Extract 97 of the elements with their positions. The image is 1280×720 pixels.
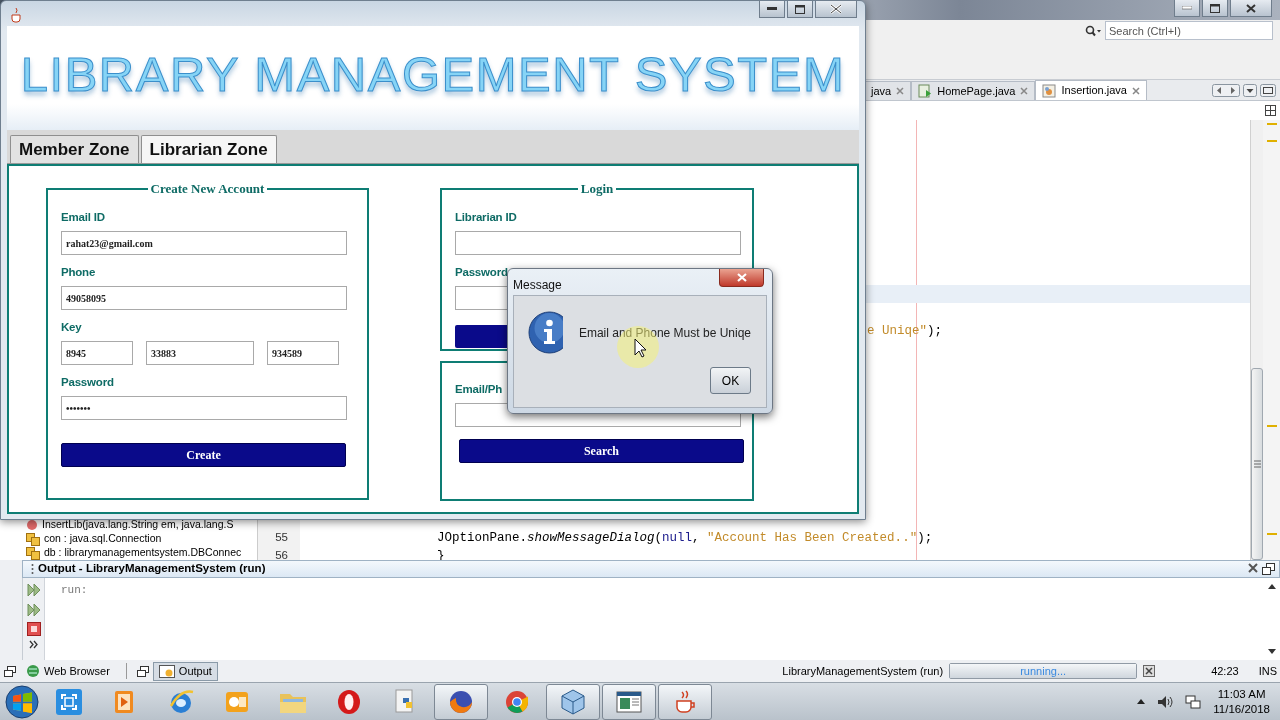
line-number: 55 [274,530,289,546]
taskbar-button[interactable] [602,683,656,720]
progress-bar: running... [949,663,1138,679]
input-field[interactable]: 49058095 [61,286,347,310]
taskbar-button[interactable] [546,683,600,720]
close-icon[interactable] [1246,3,1256,13]
scroll-up-icon[interactable] [1268,584,1276,589]
cube-icon [559,687,587,716]
rerun-icon[interactable] [25,582,42,598]
code-line: JOptionPane.showMessageDialog(null, "Account Has Been Created.."); [437,529,933,547]
maximize-icon[interactable] [1210,3,1220,13]
restore-icon[interactable] [1262,563,1275,575]
input-field[interactable]: 934589 [267,341,339,365]
file-icon [918,84,933,98]
globe-icon [26,664,40,678]
editor-tab[interactable]: java [864,81,912,100]
field-label: Key [61,320,83,335]
code-line: e Uniqe"); [867,322,943,340]
stop-icon[interactable] [26,622,41,636]
file-icon [1042,83,1057,98]
console-icon [158,664,175,678]
close-icon[interactable] [1248,563,1258,573]
field-label: Phone [61,265,97,280]
network-icon[interactable] [1185,694,1202,709]
create-button[interactable]: Create [61,443,346,467]
section-title: Login [579,181,615,197]
clock[interactable]: 11:03 AM 11/16/2018 [1213,686,1270,717]
insert-mode: INS [1258,663,1277,679]
zone-tab[interactable]: Librarian Zone [140,135,277,163]
close-icon[interactable] [830,4,842,14]
dropdown-icon[interactable] [1243,84,1257,97]
dialog-message: Email and Phone Must be Uniqe [578,324,751,342]
input-field[interactable] [455,231,741,255]
close-button[interactable] [1230,0,1272,17]
section-title: Create New Account [149,181,266,197]
maximize-icon[interactable] [1260,84,1276,97]
panel-title: Output - LibraryManagementSystem (run) [38,561,266,577]
editor-tab[interactable]: HomePage.java [911,81,1036,100]
app-icon [9,7,23,23]
minimize-button[interactable] [759,1,785,18]
field-label: Email/Ph [455,382,503,397]
field-label: Password [61,375,115,390]
scroll-down-icon[interactable] [1268,649,1276,654]
tab-label: java [871,83,892,99]
speaker-icon[interactable] [1157,694,1174,709]
field-label: Password [455,265,509,280]
panel-tab[interactable]: Output [152,661,218,681]
start-button[interactable] [4,683,40,720]
split-icon[interactable] [1265,105,1276,116]
show-hidden-icon[interactable] [1137,699,1146,704]
tab-label: HomePage.java [937,83,1016,99]
maximize-button[interactable] [787,1,813,18]
editor-tab[interactable]: Insertion.java [1035,80,1147,100]
method-icon [26,519,38,531]
navigator-item[interactable]: InsertLib(java.lang.String em, java.lang.S [26,518,257,532]
maximize-icon[interactable] [795,4,805,14]
line-number: 56 [274,548,289,560]
restore-icon[interactable] [136,665,149,677]
scroll-tabs-icon[interactable] [1212,84,1240,97]
search-field[interactable]: Search (Ctrl+I) [1105,21,1273,40]
banner-title: LIBRARY MANAGEMENT SYSTEM [20,49,846,103]
info-icon [528,311,563,354]
scrollbar-thumb[interactable] [1251,368,1263,560]
cursor-position: 42:23 [1211,663,1239,679]
search-button[interactable]: Search [459,439,744,463]
password-field[interactable]: ••••••• [61,396,347,420]
zone-tab[interactable]: Member Zone [10,135,139,163]
panel-tab[interactable]: Web Browser [20,661,116,681]
taskbar-button[interactable] [434,683,488,720]
ok-button[interactable]: OK [710,367,751,394]
grip-icon [31,563,34,575]
cancel-icon[interactable] [1143,665,1156,677]
maximize-button[interactable] [1202,0,1228,17]
input-field[interactable]: 33883 [146,341,254,365]
tab-label: Insertion.java [1061,83,1127,99]
navigator-item[interactable]: db : librarymanagementsystem.DBConnec [26,546,257,560]
search-icon [1085,24,1101,37]
field-label: Email ID [61,210,106,225]
close-button[interactable] [719,269,764,287]
field-label: Librarian ID [455,210,518,225]
globe-icon[interactable] [167,687,195,716]
taskbar-button[interactable] [658,683,712,720]
input-field[interactable]: 8945 [61,341,133,365]
capture-icon[interactable] [55,687,83,716]
more-icon[interactable] [28,640,39,649]
field-icon [26,532,40,546]
ring-icon[interactable] [335,687,363,716]
output-line: run: [61,583,89,598]
input-field[interactable]: rahat23@gmail.com [61,231,347,255]
rerun-icon[interactable] [25,602,42,618]
restore-icon[interactable] [4,665,16,677]
field-icon [26,546,40,560]
navigator-item[interactable]: con : java.sql.Connection [26,532,257,546]
window-icon [615,688,643,715]
status-text: LibraryManagementSystem (run) [782,663,944,679]
dialog-title: Message [513,277,562,294]
minimize-icon[interactable] [767,7,777,11]
